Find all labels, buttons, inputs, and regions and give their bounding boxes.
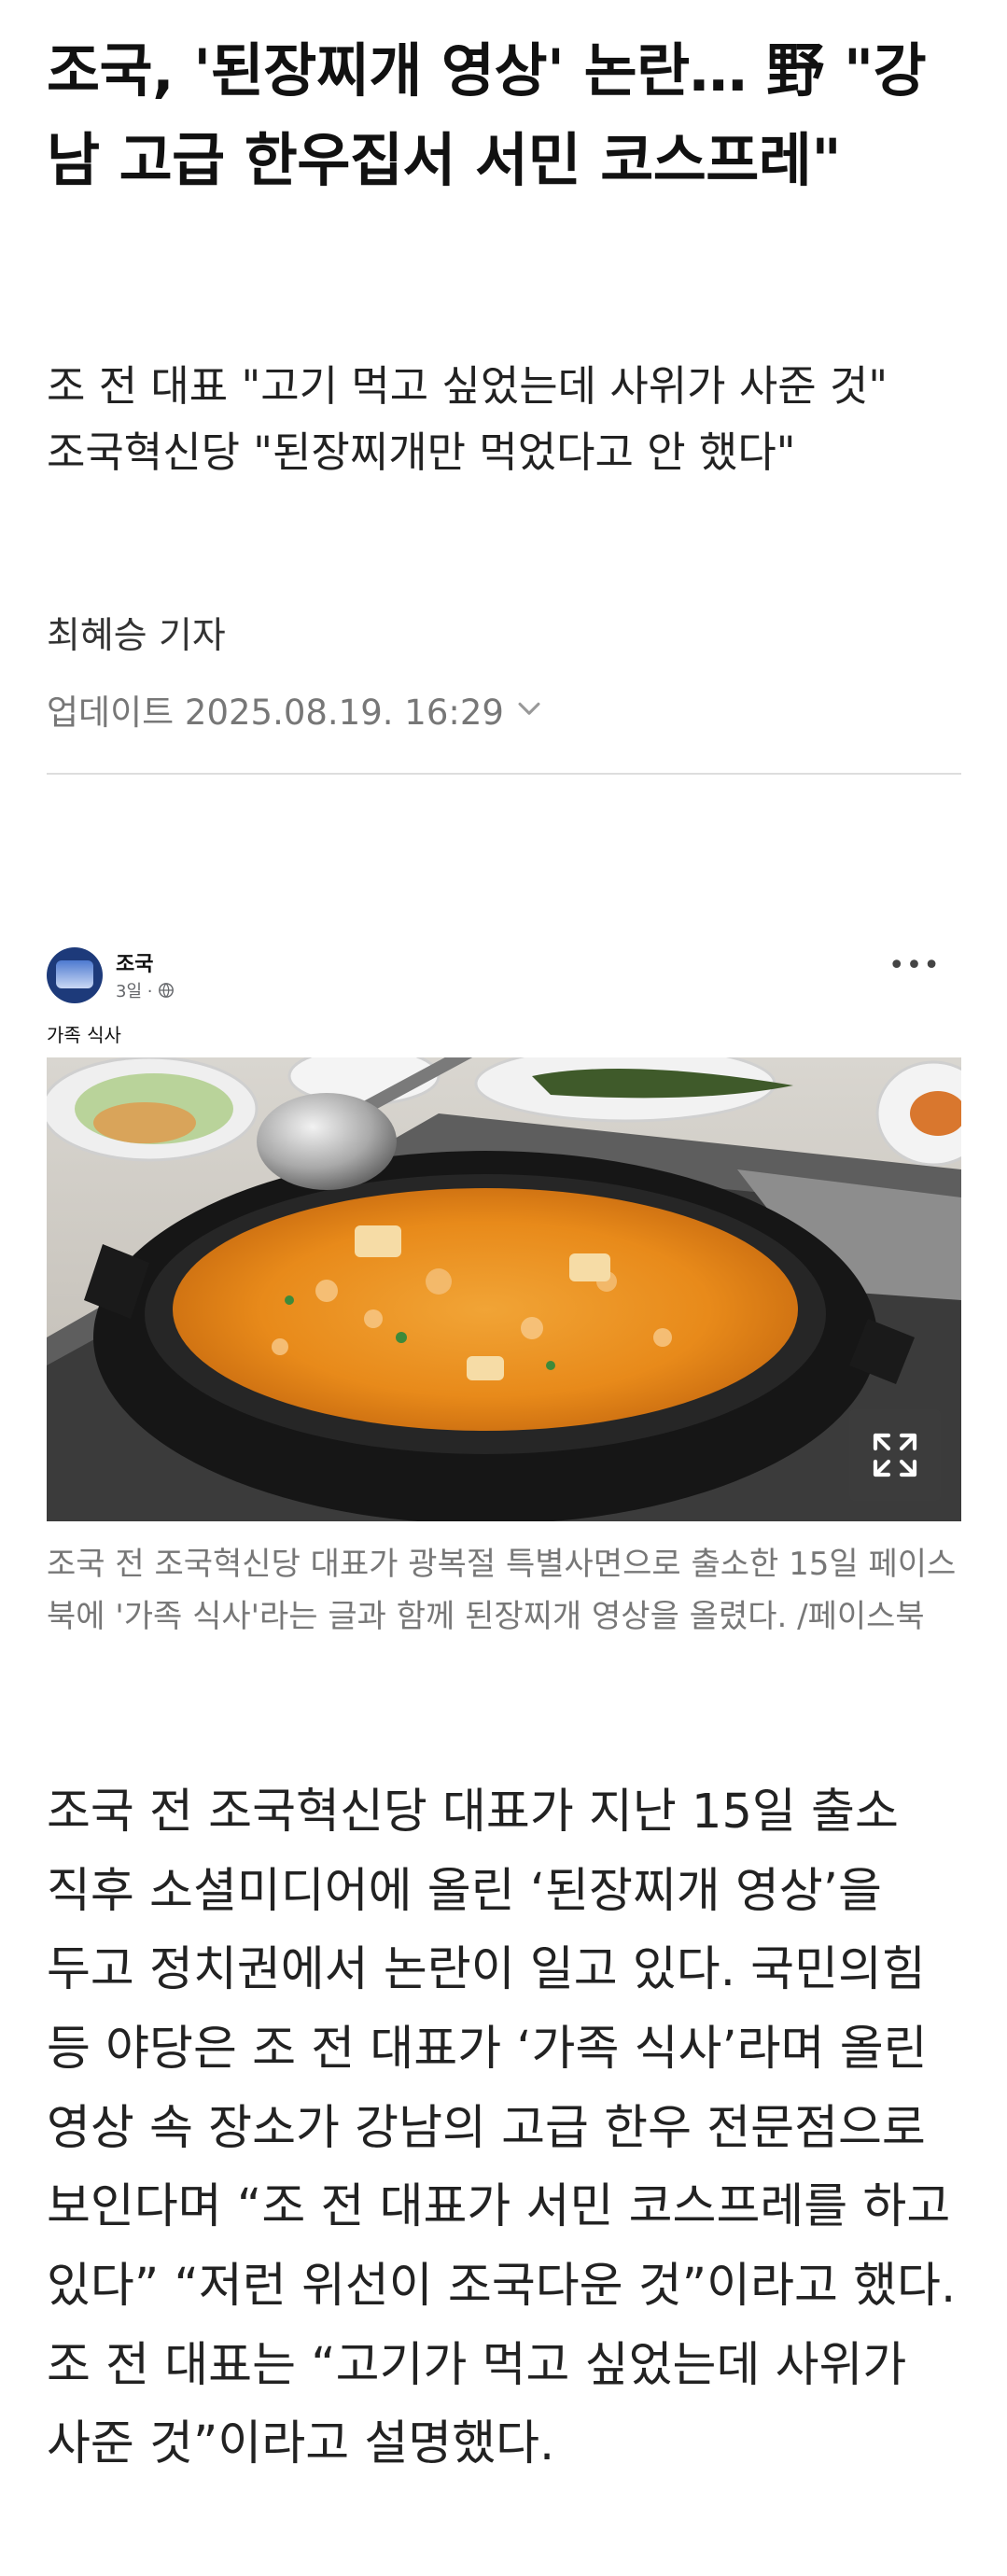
header-divider [47, 773, 961, 775]
expand-button[interactable] [849, 1409, 941, 1501]
article-page: 조국, '된장찌개 영상' 논란… 野 "강남 고급 한우집서 서민 코스프레"… [0, 0, 1007, 2576]
avatar [47, 947, 103, 1003]
expand-arrows-icon [873, 1433, 917, 1477]
chevron-down-icon[interactable] [513, 693, 545, 725]
article-headline: 조국, '된장찌개 영상' 논란… 野 "강남 고급 한우집서 서민 코스프레" [47, 36, 927, 195]
globe-icon [159, 983, 175, 998]
post-time: 3일 · [116, 978, 175, 1002]
photo-caption: 조국 전 조국혁신당 대표가 광복절 특별사면으로 출소한 15일 페이스북에 … [47, 1546, 957, 1636]
post-author-name: 조국 [116, 953, 154, 976]
article-body: 조국 전 조국혁신당 대표가 지난 15일 출소 직후 소셜미디어에 올린 ‘된… [47, 1785, 957, 2472]
stew-photo [47, 1057, 961, 1521]
more-dots-icon[interactable]: ••• [888, 949, 941, 982]
update-timestamp-text: 업데이트 2025.08.19. 16:29 [47, 693, 504, 733]
subheading-1: 조 전 대표 "고기 먹고 싶었는데 사위가 사준 것" [47, 361, 888, 411]
post-text: 가족 식사 [47, 1024, 121, 1046]
update-timestamp[interactable]: 업데이트 2025.08.19. 16:29 [47, 684, 545, 735]
reporter-byline[interactable]: 최혜승 기자 [47, 607, 226, 659]
post-time-text: 3일 · [116, 982, 153, 1001]
article-subheadings: 조 전 대표 "고기 먹고 싶었는데 사위가 사준 것" 조국혁신당 "된장찌개… [47, 353, 971, 485]
subheading-2: 조국혁신당 "된장찌개만 먹었다고 안 했다" [47, 427, 796, 478]
facebook-post-embed: 조국 3일 · ••• 가족 식사 [47, 938, 961, 1521]
